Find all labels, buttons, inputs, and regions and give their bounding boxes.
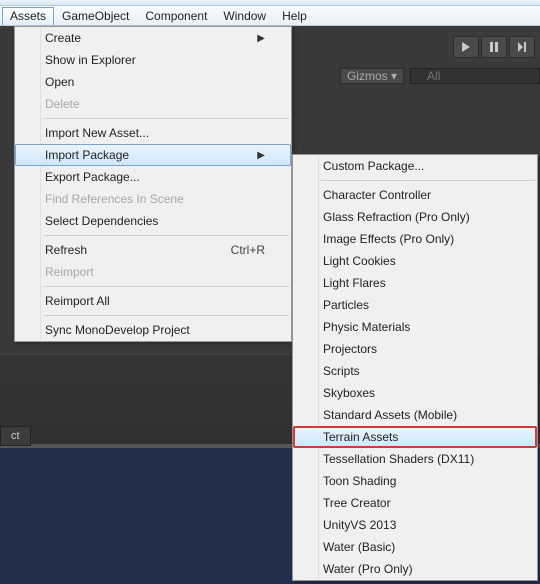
menu-item-scripts[interactable]: Scripts [293, 360, 537, 382]
submenu-arrow-icon: ▶ [257, 150, 265, 161]
menu-item-character-controller[interactable]: Character Controller [293, 184, 537, 206]
menu-item-refresh[interactable]: Refresh Ctrl+R [15, 239, 291, 261]
menu-separator [43, 235, 289, 236]
menu-item-label: Tessellation Shaders (DX11) [323, 452, 474, 466]
menu-item-label: Reimport All [45, 294, 110, 308]
menu-item-label: Import New Asset... [45, 126, 149, 140]
panel-tab[interactable]: ct [0, 426, 31, 446]
menu-shortcut: Ctrl+R [231, 243, 265, 257]
menu-item-reimport-all[interactable]: Reimport All [15, 290, 291, 312]
menu-item-terrain-assets[interactable]: Terrain Assets [293, 426, 537, 448]
menu-item-label: Toon Shading [323, 474, 396, 488]
menu-item-reimport: Reimport [15, 261, 291, 283]
menu-item-label: Character Controller [323, 188, 431, 202]
menu-item-label: Reimport [45, 265, 94, 279]
menu-item-label: Image Effects (Pro Only) [323, 232, 454, 246]
menu-item-light-flares[interactable]: Light Flares [293, 272, 537, 294]
menu-item-open[interactable]: Open [15, 71, 291, 93]
search-input[interactable] [410, 68, 540, 84]
menu-item-physic-materials[interactable]: Physic Materials [293, 316, 537, 338]
window-titlebar [0, 0, 540, 6]
menubar: Assets GameObject Component Window Help [0, 6, 540, 26]
submenu-arrow-icon: ▶ [257, 33, 265, 44]
menu-item-sync-monodevelop-project[interactable]: Sync MonoDevelop Project [15, 319, 291, 341]
menu-item-water-basic[interactable]: Water (Basic) [293, 536, 537, 558]
menu-item-label: Show in Explorer [45, 53, 136, 67]
menu-help[interactable]: Help [274, 7, 315, 25]
assets-dropdown: Create ▶ Show in Explorer Open Delete Import … [14, 26, 292, 342]
menu-item-label: Custom Package... [323, 159, 424, 173]
menu-separator [321, 180, 535, 181]
import-package-submenu: Custom Package... Character Controller Gla… [292, 154, 538, 581]
menu-item-custom-package[interactable]: Custom Package... [293, 155, 537, 177]
pause-button[interactable] [481, 36, 507, 58]
menu-item-label: Delete [45, 97, 80, 111]
menu-item-water-pro-only[interactable]: Water (Pro Only) [293, 558, 537, 580]
menu-assets[interactable]: Assets [2, 7, 54, 25]
menu-item-tessellation-shaders-dx11[interactable]: Tessellation Shaders (DX11) [293, 448, 537, 470]
menu-item-label: Sync MonoDevelop Project [45, 323, 190, 337]
menu-item-particles[interactable]: Particles [293, 294, 537, 316]
menu-item-image-effects-pro-only[interactable]: Image Effects (Pro Only) [293, 228, 537, 250]
step-button[interactable] [509, 36, 535, 58]
menu-item-select-dependencies[interactable]: Select Dependencies [15, 210, 291, 232]
menu-item-find-references-in-scene: Find References In Scene [15, 188, 291, 210]
menu-item-label: Light Flares [323, 276, 386, 290]
menu-item-label: Projectors [323, 342, 377, 356]
menu-item-label: Standard Assets (Mobile) [323, 408, 457, 422]
menu-item-import-package[interactable]: Import Package ▶ [15, 144, 291, 166]
menu-item-label: Create [45, 31, 81, 45]
gizmo-bar: Gizmos ▾ [340, 66, 540, 86]
menu-item-label: UnityVS 2013 [323, 518, 396, 532]
menu-item-create[interactable]: Create ▶ [15, 27, 291, 49]
menu-window[interactable]: Window [215, 7, 274, 25]
menu-item-standard-assets-mobile[interactable]: Standard Assets (Mobile) [293, 404, 537, 426]
menu-item-export-package[interactable]: Export Package... [15, 166, 291, 188]
menu-item-skyboxes[interactable]: Skyboxes [293, 382, 537, 404]
menu-item-label: Water (Basic) [323, 540, 395, 554]
menu-item-label: Skyboxes [323, 386, 375, 400]
chevron-down-icon: ▾ [391, 69, 397, 83]
menu-item-label: Find References In Scene [45, 192, 184, 206]
menu-item-toon-shading[interactable]: Toon Shading [293, 470, 537, 492]
menu-item-label: Terrain Assets [323, 430, 398, 444]
menu-item-label: Open [45, 75, 74, 89]
menu-item-label: Particles [323, 298, 369, 312]
gizmos-dropdown[interactable]: Gizmos ▾ [340, 68, 404, 84]
menu-gameobject[interactable]: GameObject [54, 7, 137, 25]
menu-item-unityvs-2013[interactable]: UnityVS 2013 [293, 514, 537, 536]
menu-item-label: Refresh [45, 243, 87, 257]
menu-component[interactable]: Component [137, 7, 215, 25]
menu-item-label: Light Cookies [323, 254, 396, 268]
play-controls [448, 32, 540, 62]
menu-item-show-in-explorer[interactable]: Show in Explorer [15, 49, 291, 71]
menu-item-glass-refraction-pro-only[interactable]: Glass Refraction (Pro Only) [293, 206, 537, 228]
menu-item-label: Tree Creator [323, 496, 391, 510]
menu-item-projectors[interactable]: Projectors [293, 338, 537, 360]
menu-item-light-cookies[interactable]: Light Cookies [293, 250, 537, 272]
menu-separator [43, 118, 289, 119]
menu-item-tree-creator[interactable]: Tree Creator [293, 492, 537, 514]
menu-item-label: Water (Pro Only) [323, 562, 413, 576]
menu-item-label: Select Dependencies [45, 214, 158, 228]
menu-item-import-new-asset[interactable]: Import New Asset... [15, 122, 291, 144]
play-button[interactable] [453, 36, 479, 58]
menu-separator [43, 315, 289, 316]
menu-separator [43, 286, 289, 287]
menu-item-label: Scripts [323, 364, 360, 378]
menu-item-delete: Delete [15, 93, 291, 115]
menu-item-label: Glass Refraction (Pro Only) [323, 210, 470, 224]
menu-item-label: Import Package [45, 148, 129, 162]
menu-item-label: Physic Materials [323, 320, 410, 334]
menu-item-label: Export Package... [45, 170, 140, 184]
